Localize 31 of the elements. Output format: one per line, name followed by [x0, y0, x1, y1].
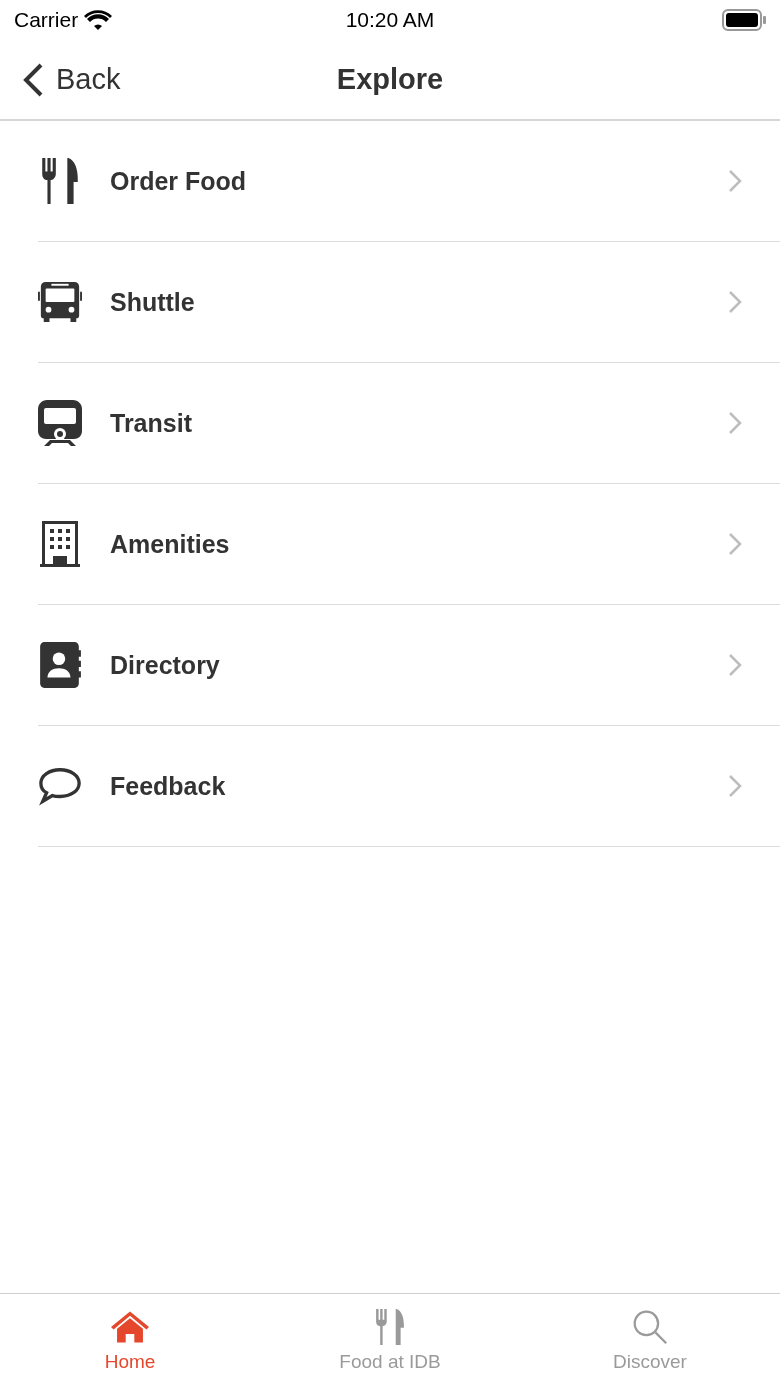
menu-row[interactable]: Order Food: [38, 121, 780, 242]
chevron-right-icon: [728, 169, 742, 193]
chevron-right-icon: [728, 532, 742, 556]
bus-icon: [38, 279, 82, 325]
screen-title: Explore: [336, 63, 444, 95]
back-button[interactable]: Back: [22, 61, 121, 98]
train-icon: [38, 400, 82, 446]
wifi-icon: [84, 10, 113, 30]
clock-time: 10:20 AM: [345, 8, 435, 32]
chevron-right-icon: [728, 290, 742, 314]
contact-book-icon: [38, 642, 82, 688]
row-label: Order Food: [110, 166, 248, 196]
battery-icon: [722, 9, 766, 31]
row-label: Feedback: [110, 771, 227, 801]
carrier-name: Carrier: [14, 8, 79, 32]
menu-row[interactable]: Feedback: [38, 726, 780, 847]
menu-row[interactable]: Transit: [38, 363, 780, 484]
row-label: Amenities: [110, 529, 231, 559]
chevron-right-icon: [728, 653, 742, 677]
chevron-left-icon: [22, 61, 44, 98]
menu-row[interactable]: Amenities: [38, 484, 780, 605]
row-label: Directory: [110, 650, 221, 680]
row-label: Transit: [110, 408, 193, 438]
menu-row[interactable]: Shuttle: [38, 242, 780, 363]
chevron-right-icon: [728, 774, 742, 798]
tab[interactable]: Home: [0, 1294, 260, 1387]
menu-row[interactable]: Directory: [38, 605, 780, 726]
row-label: Shuttle: [110, 287, 196, 317]
search-icon: [631, 1308, 669, 1345]
building-icon: [38, 521, 82, 567]
chevron-right-icon: [728, 411, 742, 435]
